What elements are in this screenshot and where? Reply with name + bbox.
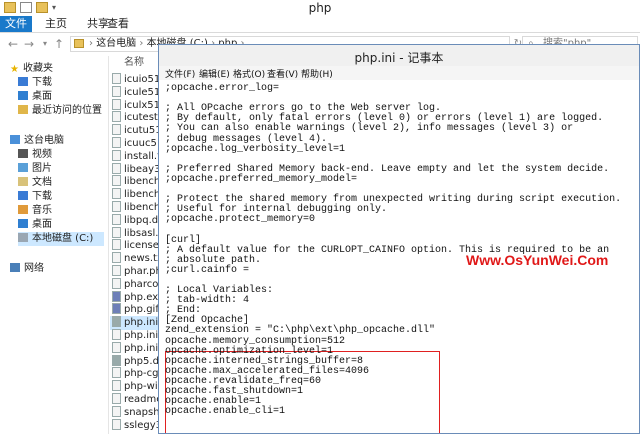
download-icon — [18, 77, 28, 86]
nav-downloads[interactable]: 下载 — [18, 190, 52, 204]
file-icon — [112, 405, 121, 417]
ribbon-tabs: 文件 主页 共享 查看 — [0, 16, 640, 33]
nav-network[interactable]: 网络 — [10, 262, 44, 276]
text-line: ;opcache.error_log= — [165, 83, 280, 94]
file-icon — [112, 393, 121, 404]
star-icon: ★ — [10, 64, 19, 75]
download-icon — [18, 191, 28, 200]
notepad-titlebar[interactable]: php.ini - 记事本 — [159, 45, 639, 66]
drive-icon — [18, 233, 28, 242]
file-icon — [112, 85, 121, 97]
column-header-name[interactable]: 名称 — [124, 56, 144, 70]
nav-desktop[interactable]: 桌面 — [18, 218, 52, 232]
recent-places-icon — [18, 105, 28, 114]
file-icon — [112, 265, 121, 276]
up-icon[interactable]: ↑ — [52, 37, 66, 51]
file-name: php.gif — [124, 304, 159, 316]
text-line: ;opcache.log_verbosity_level=1 — [165, 143, 346, 155]
music-icon — [18, 205, 28, 214]
forward-icon[interactable]: → — [22, 37, 36, 51]
computer-icon — [10, 135, 20, 144]
explorer-titlebar: ▾ php — [0, 0, 640, 16]
file-icon — [112, 175, 121, 187]
breadcrumb-this-pc[interactable]: 这台电脑 — [96, 38, 136, 49]
file-icon — [112, 252, 121, 264]
file-icon — [112, 137, 121, 148]
pictures-icon — [18, 163, 28, 172]
notepad-menubar: 文件(F) 编辑(E) 格式(O) 查看(V) 帮助(H) — [159, 66, 639, 80]
file-icon — [112, 239, 121, 251]
file-icon — [112, 341, 121, 353]
folder-icon — [74, 39, 84, 48]
nav-pictures[interactable]: 图片 — [18, 162, 52, 176]
tab-file[interactable]: 文件 — [0, 16, 32, 32]
file-icon — [112, 188, 121, 200]
menu-view[interactable]: 查看(V) — [267, 67, 298, 80]
file-icon — [112, 226, 121, 238]
text-editor[interactable]: Www.OsYunWei.Com ;opcache.error_log=; Al… — [163, 82, 635, 433]
file-icon — [112, 354, 121, 366]
notepad-title: php.ini - 记事本 — [354, 51, 444, 65]
file-icon — [112, 329, 121, 340]
recent-locations-icon[interactable]: ▾ — [38, 37, 52, 51]
file-icon — [112, 380, 121, 392]
file-icon — [112, 303, 121, 315]
network-icon — [10, 263, 20, 272]
file-icon — [112, 124, 121, 136]
file-icon — [112, 98, 121, 110]
pane-divider[interactable] — [108, 56, 109, 434]
file-icon — [112, 316, 121, 328]
file-icon — [112, 277, 121, 289]
file-icon — [112, 73, 121, 84]
file-icon — [112, 213, 121, 225]
nav-fav-desktop[interactable]: 桌面 — [18, 90, 52, 104]
back-icon[interactable]: ← — [6, 37, 20, 51]
documents-icon — [18, 177, 28, 186]
nav-fav-downloads[interactable]: 下载 — [18, 76, 52, 90]
desktop-icon — [18, 219, 28, 228]
file-icon — [112, 201, 121, 212]
tab-home[interactable]: 主页 — [36, 16, 76, 32]
file-icon — [112, 290, 121, 302]
navigation-pane: ★ 收藏夹 下载 桌面 最近访问的位置 这台电脑 视频 图片 文档 下载 音乐 桌… — [0, 56, 108, 434]
video-icon — [18, 149, 28, 158]
nav-music[interactable]: 音乐 — [18, 204, 52, 218]
text-line: ;curl.cainfo = — [165, 264, 250, 276]
file-icon — [112, 149, 121, 161]
nav-this-pc[interactable]: 这台电脑 — [10, 134, 64, 148]
tab-view[interactable]: 查看 — [102, 16, 134, 32]
nav-favorites[interactable]: ★ 收藏夹 — [10, 62, 53, 76]
nav-fav-recent[interactable]: 最近访问的位置 — [18, 104, 102, 118]
file-icon — [112, 111, 121, 123]
file-icon — [112, 162, 121, 174]
desktop-icon — [18, 91, 28, 100]
notepad-window: php.ini - 记事本 文件(F) 编辑(E) 格式(O) 查看(V) 帮助… — [158, 44, 640, 434]
nav-local-disk[interactable]: 本地磁盘 (C:) — [18, 232, 104, 246]
menu-file[interactable]: 文件(F) — [165, 67, 195, 80]
file-name: php.ini — [124, 317, 159, 329]
text-line: opcache.enable_cli=1 — [165, 406, 286, 418]
nav-videos[interactable]: 视频 — [18, 148, 52, 162]
text-line: ;opcache.preferred_memory_model= — [165, 173, 358, 185]
nav-documents[interactable]: 文档 — [18, 176, 52, 190]
menu-help[interactable]: 帮助(H) — [301, 67, 333, 80]
file-icon — [112, 367, 121, 379]
text-line: ;opcache.protect_memory=0 — [165, 214, 316, 226]
window-title: php — [308, 1, 332, 15]
file-icon — [112, 418, 121, 430]
menu-format[interactable]: 格式(O) — [233, 67, 265, 80]
menu-edit[interactable]: 编辑(E) — [199, 67, 230, 80]
